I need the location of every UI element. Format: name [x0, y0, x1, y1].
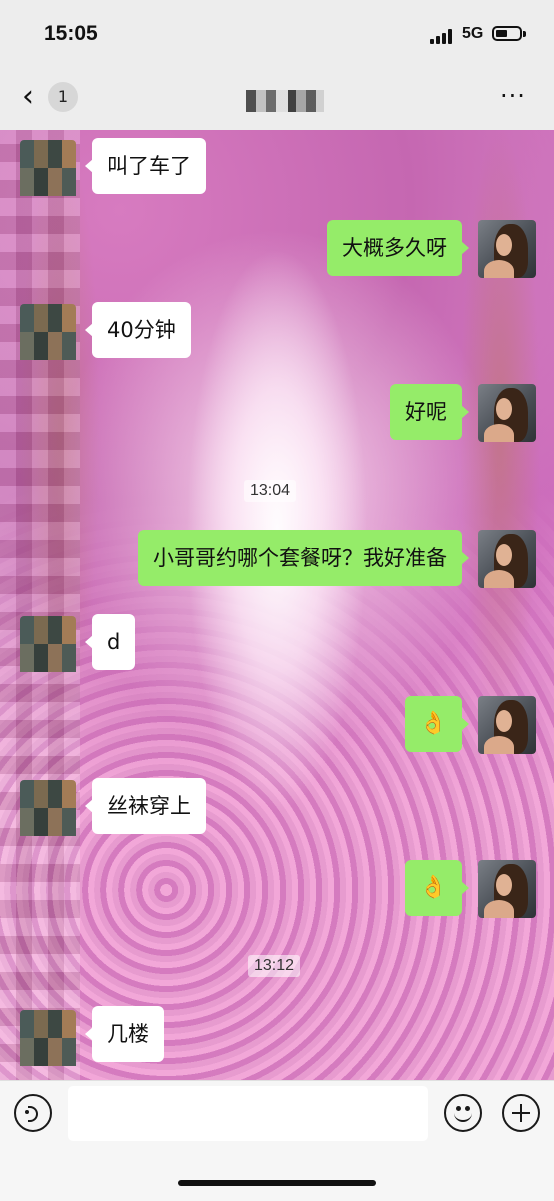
message-bubble-outgoing-emoji[interactable]: 👌	[404, 696, 470, 752]
ellipsis-icon[interactable]: ···	[500, 84, 526, 108]
avatar-self[interactable]	[478, 530, 536, 588]
avatar-contact[interactable]	[20, 140, 76, 196]
smile-icon[interactable]	[444, 1094, 482, 1132]
message-bubble-incoming[interactable]: 40分钟	[85, 302, 191, 358]
avatar-self[interactable]	[478, 860, 536, 918]
chevron-left-icon[interactable]: ‹	[22, 82, 34, 112]
chat-background[interactable]: 叫了车了 大概多久呀 40分钟 好呢 13:04 小哥哥约哪个套餐呀？我好准备 …	[0, 130, 554, 1080]
message-bubble-outgoing[interactable]: 好呢	[390, 384, 469, 440]
status-bar: 15:05 5G	[0, 0, 554, 68]
avatar-contact[interactable]	[20, 616, 76, 672]
message-input[interactable]	[68, 1086, 428, 1141]
message-bubble-outgoing[interactable]: 小哥哥约哪个套餐呀？我好准备	[138, 530, 469, 586]
unread-count-badge[interactable]: 1	[48, 82, 78, 112]
avatar-contact[interactable]	[20, 1010, 76, 1066]
home-indicator	[178, 1180, 376, 1186]
status-time: 15:05	[44, 22, 98, 45]
message-bubble-incoming[interactable]: d	[84, 614, 136, 670]
plus-icon[interactable]	[502, 1094, 540, 1132]
avatar-self[interactable]	[478, 384, 536, 442]
message-bubble-incoming[interactable]: 几楼	[85, 1006, 164, 1062]
network-label: 5G	[462, 25, 484, 42]
battery-icon	[492, 26, 526, 41]
message-bubble-outgoing[interactable]: 大概多久呀	[327, 220, 469, 276]
message-bubble-incoming[interactable]: 叫了车了	[85, 138, 206, 194]
signal-icon	[430, 28, 456, 44]
avatar-self[interactable]	[478, 696, 536, 754]
message-bubble-outgoing-emoji[interactable]: 👌	[404, 860, 470, 916]
pixelated-left-edge	[0, 130, 80, 1080]
avatar-contact[interactable]	[20, 304, 76, 360]
avatar-self[interactable]	[478, 220, 536, 278]
chat-header: ‹ ▪▪▪▪ ···	[0, 68, 554, 130]
message-bubble-incoming[interactable]: 丝袜穿上	[85, 778, 206, 834]
avatar-contact[interactable]	[20, 780, 76, 836]
timestamp-label: 13:04	[244, 480, 297, 502]
timestamp-label: 13:12	[248, 955, 301, 977]
voice-icon[interactable]	[14, 1094, 52, 1132]
